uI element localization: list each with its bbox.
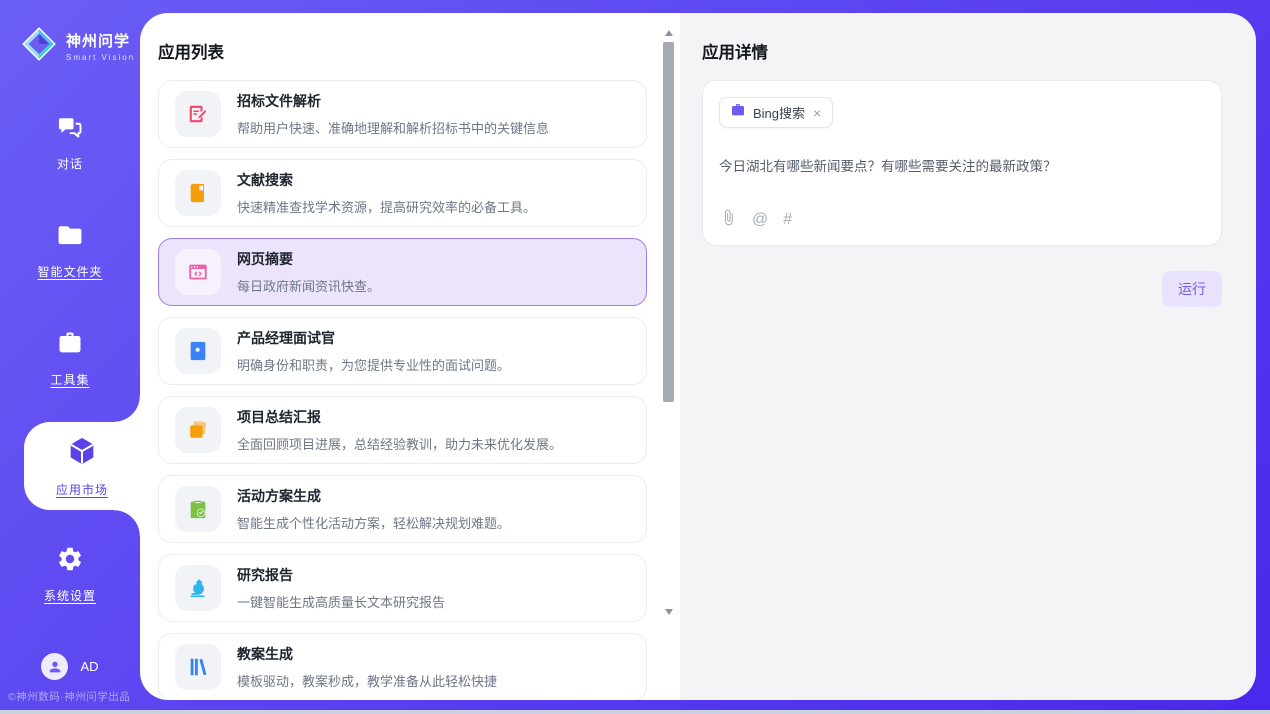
side-nav: 对话 智能文件夹 工具集 — [0, 88, 140, 628]
app-shell: 神州问学 Smart Vision 对话 — [0, 0, 1270, 710]
content-area: 应用列表 招标文件解析 帮助用户快速、准确地理解和解析招标书中的关键信息 文献搜… — [140, 13, 1256, 700]
scrollbar-thumb[interactable] — [663, 42, 674, 402]
cube-icon — [66, 435, 98, 472]
user-name: AD — [80, 659, 98, 674]
close-icon[interactable]: × — [812, 106, 822, 120]
app-card-title: 活动方案生成 — [237, 486, 510, 506]
run-button[interactable]: 运行 — [1162, 271, 1222, 307]
sidebar-item-label: 智能文件夹 — [37, 263, 102, 280]
app-card-title: 网页摘要 — [237, 249, 380, 269]
app-card-desc: 全面回顾项目进展，总结经验教训，助力未来优化发展。 — [237, 434, 562, 453]
app-card-title: 项目总结汇报 — [237, 407, 562, 427]
copyright-text: ©神州数码·神州问学出品 — [8, 689, 130, 704]
app-card-desc: 一键智能生成高质量长文本研究报告 — [237, 592, 445, 611]
sidebar-item-label: 应用市场 — [56, 481, 108, 498]
app-card-title: 教案生成 — [237, 644, 497, 664]
app-card[interactable]: 网页摘要 每日政府新闻资讯快查。 — [158, 238, 647, 306]
doc-pen-icon — [175, 91, 221, 137]
app-card-desc: 每日政府新闻资讯快查。 — [237, 276, 380, 295]
app-card[interactable]: 活动方案生成 智能生成个性化活动方案，轻松解决规划难题。 — [158, 475, 647, 543]
notes-icon — [175, 407, 221, 453]
app-card-title: 招标文件解析 — [237, 91, 549, 111]
app-card-title: 文献搜索 — [237, 170, 536, 190]
app-list-scrollbar[interactable] — [662, 26, 676, 633]
browser-code-icon — [175, 249, 221, 295]
composer-toolbar: @ # — [720, 209, 792, 231]
app-card[interactable]: 产品经理面试官 明确身份和职责，为您提供专业性的面试问题。 — [158, 317, 647, 385]
app-card-desc: 智能生成个性化活动方案，轻松解决规划难题。 — [237, 513, 510, 532]
app-card-desc: 快速精准查找学术资源，提高研究效率的必备工具。 — [237, 197, 536, 216]
app-detail-panel: 应用详情 Bing搜索 × 今日湖北有哪些新闻要点？有哪些需要关注的最新政策？ — [680, 13, 1256, 700]
brand-name: 神州问学 — [66, 30, 135, 51]
resume-icon — [175, 328, 221, 374]
app-list-title: 应用列表 — [140, 13, 680, 63]
brand-subtitle: Smart Vision — [66, 53, 135, 62]
user-account[interactable]: AD — [0, 653, 140, 680]
briefcase-icon — [730, 102, 746, 123]
app-detail-title: 应用详情 — [680, 13, 1256, 63]
paperclip-icon[interactable] — [720, 209, 737, 231]
hash-icon[interactable]: # — [783, 211, 792, 229]
app-list: 招标文件解析 帮助用户快速、准确地理解和解析招标书中的关键信息 文献搜索 快速精… — [140, 80, 680, 700]
book-icon — [175, 170, 221, 216]
sidebar: 神州问学 Smart Vision 对话 — [0, 0, 140, 710]
tool-chip-label: Bing搜索 — [753, 103, 805, 122]
chat-icon — [56, 113, 84, 146]
sidebar-item-chat[interactable]: 对话 — [0, 88, 140, 196]
sidebar-item-label: 对话 — [57, 155, 83, 172]
sidebar-item-settings[interactable]: 系统设置 — [0, 520, 140, 628]
gear-icon — [56, 545, 84, 578]
toolbox-icon — [56, 329, 84, 362]
app-card-desc: 明确身份和职责，为您提供专业性的面试问题。 — [237, 355, 510, 374]
app-card[interactable]: 项目总结汇报 全面回顾项目进展，总结经验教训，助力未来优化发展。 — [158, 396, 647, 464]
avatar — [41, 653, 68, 680]
folder-icon — [56, 221, 84, 254]
prompt-input[interactable]: 今日湖北有哪些新闻要点？有哪些需要关注的最新政策？ — [719, 155, 1205, 175]
app-card-title: 研究报告 — [237, 565, 445, 585]
app-card-desc: 帮助用户快速、准确地理解和解析招标书中的关键信息 — [237, 118, 549, 137]
app-list-panel: 应用列表 招标文件解析 帮助用户快速、准确地理解和解析招标书中的关键信息 文献搜… — [140, 13, 680, 700]
sidebar-item-label: 工具集 — [50, 371, 89, 388]
app-card[interactable]: 研究报告 一键智能生成高质量长文本研究报告 — [158, 554, 647, 622]
brand-logo: 神州问学 Smart Vision — [0, 0, 140, 88]
sidebar-item-app-market[interactable]: 应用市场 — [24, 422, 140, 510]
clipboard-check-icon — [175, 486, 221, 532]
books-icon — [175, 644, 221, 690]
prompt-card: Bing搜索 × 今日湖北有哪些新闻要点？有哪些需要关注的最新政策？ @ # — [702, 80, 1222, 246]
scroll-up-icon[interactable] — [665, 30, 673, 36]
sidebar-item-label: 系统设置 — [44, 587, 96, 604]
app-card[interactable]: 教案生成 模板驱动，教案秒成，教学准备从此轻松快捷 — [158, 633, 647, 700]
tool-chip-bing-search[interactable]: Bing搜索 × — [719, 97, 833, 128]
app-card[interactable]: 文献搜索 快速精准查找学术资源，提高研究效率的必备工具。 — [158, 159, 647, 227]
sidebar-item-smart-folder[interactable]: 智能文件夹 — [0, 196, 140, 304]
microscope-icon — [175, 565, 221, 611]
app-card-title: 产品经理面试官 — [237, 328, 510, 348]
app-card[interactable]: 招标文件解析 帮助用户快速、准确地理解和解析招标书中的关键信息 — [158, 80, 647, 148]
at-mention-icon[interactable]: @ — [752, 211, 768, 229]
scroll-down-icon[interactable] — [665, 609, 673, 615]
diamond-logo-icon — [20, 25, 58, 68]
bottom-strip — [0, 710, 1270, 714]
app-card-desc: 模板驱动，教案秒成，教学准备从此轻松快捷 — [237, 671, 497, 690]
